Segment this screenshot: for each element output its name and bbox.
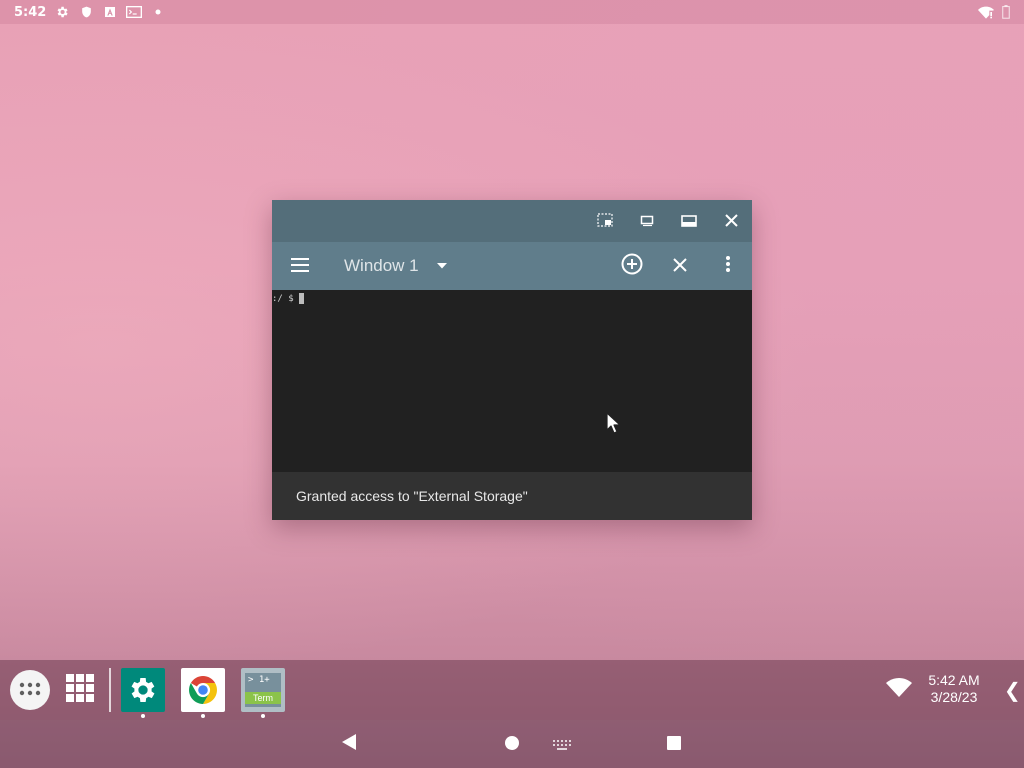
font-a-icon [102,4,118,20]
shield-icon [78,4,94,20]
keyboard-icon [553,735,571,754]
taskbar-app-chrome[interactable] [181,668,225,718]
tray-clock[interactable]: 5:42 AM 3/28/23 [912,672,996,706]
hamburger-icon [291,257,309,276]
apps-dots-icon [19,681,41,700]
maximize-icon [681,212,697,231]
back-button[interactable] [336,732,362,756]
text-cursor [298,293,304,304]
window-title: Window 1 [344,256,419,275]
terminal-tile-face: > 1+ Term [245,673,281,707]
window-titlebar[interactable] [272,200,752,242]
app-toolbar: Window 1 [272,242,752,290]
window-selector[interactable]: Window 1 [344,256,447,276]
terminal-notification-icon [126,4,143,20]
wifi-alert-icon [978,4,994,23]
running-indicator [261,714,265,718]
grid-icon [66,674,94,706]
home-button[interactable] [499,732,525,756]
wifi-icon[interactable] [886,678,912,702]
overflow-menu-button[interactable] [704,242,752,290]
mouse-pointer-icon [606,412,621,438]
taskbar: > 1+ Term 5:42 AM 3/28/23 ❮ [0,660,1024,720]
gear-icon [54,4,70,20]
snackbar-message: Granted access to "External Storage" [296,488,528,504]
status-time: 5:42 [14,4,47,20]
menu-button[interactable] [272,242,328,290]
terminal-tile-prompt: > 1+ [248,675,270,685]
chrome-icon [181,668,225,712]
terminal-tile-label: Term [245,692,281,704]
keyboard-button[interactable] [549,732,575,756]
close-icon [724,212,738,231]
add-circle-icon [621,253,643,279]
dot-icon [150,4,166,20]
status-bar: 5:42 [0,0,1024,24]
recents-button[interactable] [661,732,687,756]
prompt-line: :/ $ [272,293,304,304]
clock-time: 5:42 AM [928,672,980,688]
toolbar-actions [608,242,752,290]
status-tray [978,4,1010,23]
app-drawer-button[interactable] [10,670,50,710]
running-indicator [141,714,145,718]
chevron-down-icon [436,263,447,269]
new-window-button[interactable] [608,242,656,290]
restore-icon [640,212,654,231]
maximize-button[interactable] [668,200,710,242]
close-icon [673,257,687,276]
taskbar-divider [109,668,111,712]
window-overview-button[interactable] [64,674,96,706]
chevron-left-icon: ❮ [1004,678,1021,702]
clock-date: 3/28/23 [930,689,978,705]
terminal-app-icon: > 1+ Term [241,668,285,712]
terminal-area[interactable]: :/ $ [272,290,752,472]
restore-button[interactable] [626,200,668,242]
home-icon [505,735,519,754]
close-session-button[interactable] [656,242,704,290]
back-icon [342,734,356,754]
running-indicator [201,714,205,718]
terminal-window: Window 1 :/ $ Granted access to "Externa… [272,200,752,520]
taskbar-app-terminal[interactable]: > 1+ Term [241,668,285,718]
tray-expand-button[interactable]: ❮ [1004,678,1021,702]
pip-button[interactable] [584,200,626,242]
pip-icon [597,212,613,231]
battery-icon [1002,4,1010,23]
close-window-button[interactable] [710,200,752,242]
terminal-prompt: :/ $ [272,293,294,304]
recents-icon [667,735,681,754]
navigation-bar [0,720,1024,768]
taskbar-app-settings[interactable] [121,668,165,718]
settings-gear-icon [121,668,165,712]
more-vert-icon [726,256,730,276]
snackbar: Granted access to "External Storage" [272,472,752,520]
